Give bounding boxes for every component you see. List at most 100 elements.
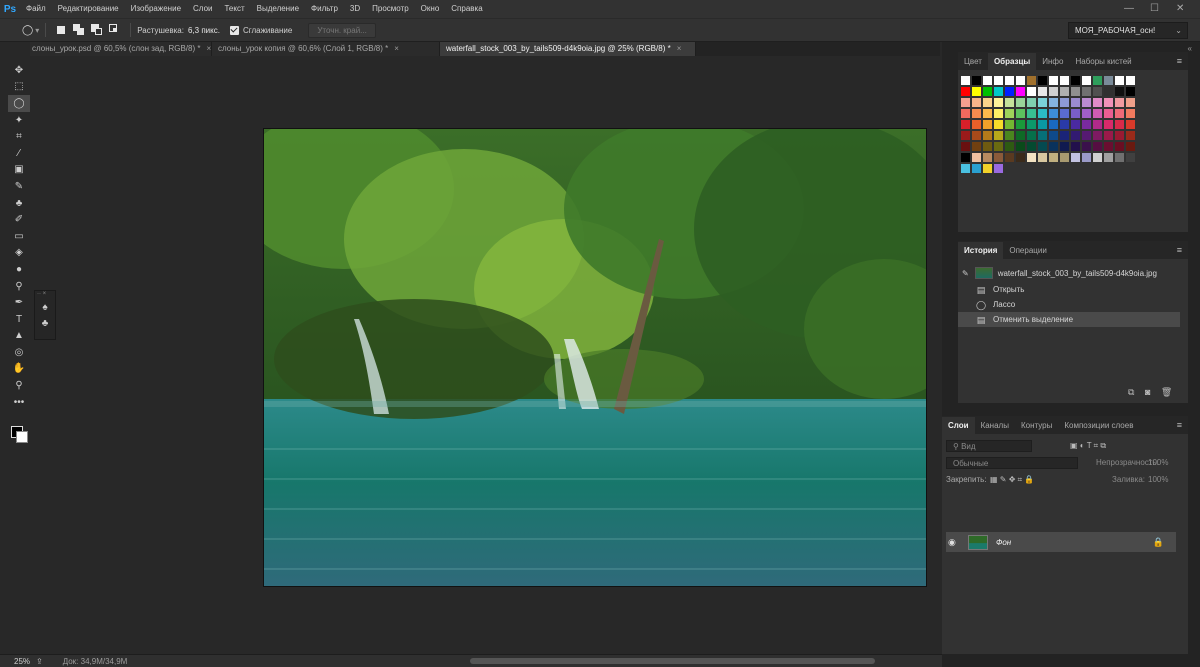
color-swatch[interactable] [994,98,1003,107]
color-swatch[interactable] [1126,98,1135,107]
color-swatch[interactable] [1016,76,1025,85]
history-brush-tool-icon[interactable]: ✐ [8,211,30,228]
color-swatch[interactable] [1027,76,1036,85]
paint-bucket-tool-icon[interactable]: ◈ [8,245,30,262]
color-swatch[interactable] [1005,109,1014,118]
color-swatch[interactable] [1104,131,1113,140]
marquee-tool-icon[interactable]: ⬚ [8,79,30,96]
color-swatch[interactable] [1071,109,1080,118]
color-swatch[interactable] [1082,142,1091,151]
color-picker[interactable] [9,420,31,446]
color-swatch[interactable] [1038,87,1047,96]
color-swatch[interactable] [1060,98,1069,107]
document-image[interactable] [264,129,926,586]
color-swatch[interactable] [1082,98,1091,107]
tab-swatches_tabs-2[interactable]: Инфо [1036,53,1069,70]
color-swatch[interactable] [1027,87,1036,96]
color-swatch[interactable] [994,109,1003,118]
color-swatch[interactable] [1060,120,1069,129]
color-swatch[interactable] [994,131,1003,140]
menu-item-2[interactable]: Изображение [125,0,187,18]
color-swatch[interactable] [1038,142,1047,151]
color-swatch[interactable] [1005,142,1014,151]
color-swatch[interactable] [983,98,992,107]
color-swatch[interactable] [1016,131,1025,140]
color-swatch[interactable] [1093,131,1102,140]
trash-icon[interactable]: 🗑 [1161,387,1172,397]
new-selection-icon[interactable] [55,24,67,36]
minimize-icon[interactable]: — [1124,0,1134,18]
blend-mode-select[interactable]: Обычные [946,457,1078,469]
lasso-preset-icon[interactable]: ◯ [22,25,33,36]
blur-tool-icon[interactable]: ● [8,261,30,278]
document-tab-active[interactable]: waterfall_stock_003_by_tails509-d4k9oia.… [440,42,696,56]
tab-history_tabs-1[interactable]: Операции [1003,242,1052,259]
color-swatch[interactable] [1060,76,1069,85]
color-swatch[interactable] [1115,98,1124,107]
color-swatch[interactable] [972,153,981,162]
color-swatch[interactable] [994,76,1003,85]
color-swatch[interactable] [1082,76,1091,85]
color-swatch[interactable] [1115,120,1124,129]
magic-wand-tool-icon[interactable]: ✦ [8,112,30,129]
color-swatch[interactable] [1049,153,1058,162]
color-swatch[interactable] [961,120,970,129]
layer-row[interactable]: ◉ Фон 🔒 [946,532,1176,552]
refine-edge-button[interactable]: Уточн. край... [308,22,376,38]
color-swatch[interactable] [972,98,981,107]
color-swatch[interactable] [961,153,970,162]
color-swatch[interactable] [1115,76,1124,85]
color-swatch[interactable] [1115,109,1124,118]
type-tool-icon[interactable]: T [8,311,30,328]
color-swatch[interactable] [1126,76,1135,85]
tab-history_tabs-0[interactable]: История [958,242,1004,259]
color-swatch[interactable] [1005,131,1014,140]
menu-item-9[interactable]: Окно [415,0,446,18]
color-swatch[interactable] [961,76,970,85]
color-swatch[interactable] [983,120,992,129]
color-swatch[interactable] [1115,153,1124,162]
color-swatch[interactable] [1115,142,1124,151]
document-tab[interactable]: слоны_урок копия @ 60,6% (Слой 1, RGB/8)… [212,42,440,56]
maximize-icon[interactable]: ☐ [1150,0,1159,18]
stamp-mini-icon[interactable]: ♣ [35,316,55,333]
layer-filter-select[interactable]: ⚲ Вид [946,440,1032,452]
hand-tool-icon[interactable]: ✋ [8,361,30,378]
color-swatch[interactable] [1027,109,1036,118]
color-swatch[interactable] [1027,98,1036,107]
color-swatch[interactable] [972,131,981,140]
pen-tool-icon[interactable]: ✒ [8,294,30,311]
lasso-tool-icon[interactable]: ◯ [8,95,30,112]
color-swatch[interactable] [1027,142,1036,151]
chevron-down-icon[interactable]: ▾ [35,26,39,35]
color-swatch[interactable] [1071,142,1080,151]
color-swatch[interactable] [1082,120,1091,129]
menu-item-3[interactable]: Слои [187,0,218,18]
color-swatch[interactable] [1027,131,1036,140]
menu-item-5[interactable]: Выделение [251,0,305,18]
color-swatch[interactable] [1038,109,1047,118]
document-tab[interactable]: слоны_урок.psd @ 60,5% (слон зад, RGB/8)… [30,42,212,56]
color-swatch[interactable] [994,87,1003,96]
color-swatch[interactable] [972,109,981,118]
color-swatch[interactable] [1016,142,1025,151]
close-icon[interactable]: ✕ [1176,0,1184,18]
brush-tool-icon[interactable]: ✎ [8,178,30,195]
color-swatch[interactable] [1060,142,1069,151]
menu-item-7[interactable]: 3D [344,0,366,18]
menu-item-0[interactable]: Файл [20,0,52,18]
history-item[interactable]: ▤ Отменить выделение [958,312,1180,327]
color-swatch[interactable] [1082,131,1091,140]
color-swatch[interactable] [1115,87,1124,96]
color-swatch[interactable] [1104,142,1113,151]
panel-menu-icon[interactable]: ≡ [1177,420,1182,430]
color-swatch[interactable] [1027,120,1036,129]
color-swatch[interactable] [1049,98,1058,107]
panel-menu-icon[interactable]: ≡ [1177,56,1182,66]
color-swatch[interactable] [1049,120,1058,129]
path-selection-tool-icon[interactable]: ▲ [8,328,30,345]
color-swatch[interactable] [994,120,1003,129]
color-swatch[interactable] [1126,153,1135,162]
tab-swatches_tabs-3[interactable]: Наборы кистей [1069,53,1137,70]
color-swatch[interactable] [1082,153,1091,162]
